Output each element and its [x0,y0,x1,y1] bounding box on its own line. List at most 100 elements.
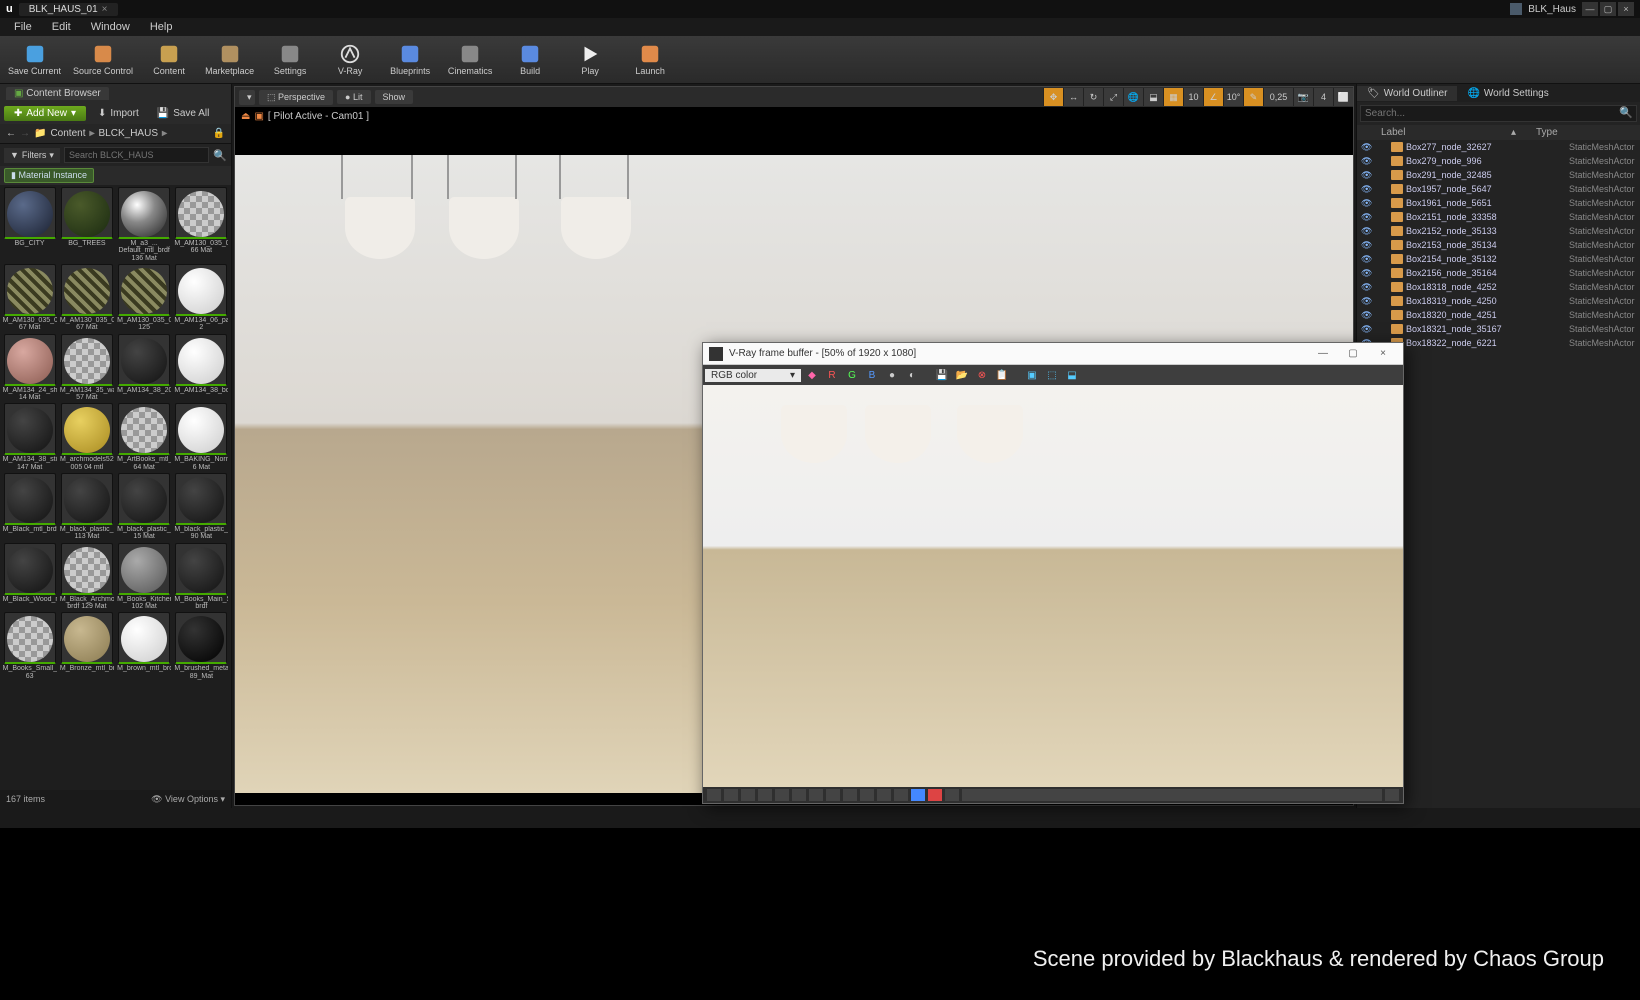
menu-file[interactable]: File [6,20,40,34]
copy-button[interactable]: 📋 [993,367,1011,383]
outliner-row[interactable]: 👁Box18320_node_4251StaticMeshActor [1357,308,1640,322]
red-channel-button[interactable]: R [823,367,841,383]
outliner-row[interactable]: 👁Box2153_node_35134StaticMeshActor [1357,238,1640,252]
stop-pilot-button[interactable]: ▣ [254,111,263,122]
asset-item[interactable]: M_AM134_38_sticker_mtl_brdf 147 Mat [2,403,57,471]
add-new-button[interactable]: ✚ Add New ▾ [4,106,86,121]
outliner-row[interactable]: 👁Box2154_node_35132StaticMeshActor [1357,252,1640,266]
visibility-icon[interactable]: 👁 [1361,324,1371,335]
search-outliner-input[interactable] [1360,105,1637,122]
toolbar-content[interactable]: Content [141,38,197,82]
column-label[interactable]: Label ▴ [1361,127,1536,138]
asset-item[interactable]: M_archmodels52 005 04 mtl [59,403,114,471]
region-render-button[interactable]: ▣ [1023,367,1041,383]
filter-tag-material[interactable]: ▮ Material Instance [4,168,94,183]
view-options-button[interactable]: 👁 View Options ▾ [151,794,225,805]
column-type[interactable]: Type [1536,127,1636,138]
visibility-icon[interactable]: 👁 [1361,198,1371,209]
outliner-row[interactable]: 👁Box277_node_32627StaticMeshActor [1357,140,1640,154]
outliner-row[interactable]: 👁Box2152_node_35133StaticMeshActor [1357,224,1640,238]
rotate-mode-button[interactable]: ↻ [1083,88,1103,106]
asset-item[interactable]: M_black_plastic_mtl_brdf 90 Mat [174,473,229,541]
asset-item[interactable]: M_black_plastic_mtl_brdf 15 Mat [117,473,172,541]
outliner-row[interactable]: 👁Box1957_node_5647StaticMeshActor [1357,182,1640,196]
lit-dropdown[interactable]: ● Lit [337,90,370,104]
show-dropdown[interactable]: Show [375,90,414,104]
nav-back-button[interactable]: ← [6,128,16,139]
load-image-button[interactable]: 📂 [953,367,971,383]
scale-mode-button[interactable]: ⤢ [1103,88,1123,106]
camera-speed-value[interactable]: 4 [1313,88,1333,106]
close-icon[interactable]: × [102,4,108,15]
asset-item[interactable]: M_AM134_38_bottle_glass_white_mtl [174,334,229,402]
surface-snap-button[interactable]: ⬓ [1143,88,1163,106]
menu-help[interactable]: Help [142,20,181,34]
select-mode-button[interactable]: ✥ [1043,88,1063,106]
vfb-close-button[interactable]: × [1369,348,1397,359]
asset-item[interactable]: M_AM130_035_005_mtl_brdf 67 Mat [59,264,114,332]
scale-snap-value[interactable]: 0,25 [1263,88,1293,106]
asset-item[interactable]: M_AM130_035_007_mtl_brdf 125 [117,264,172,332]
toolbar-save-current[interactable]: Save Current [4,38,65,82]
toolbar-blueprints[interactable]: Blueprints [382,38,438,82]
import-button[interactable]: ⬇ Import [92,106,145,121]
visibility-icon[interactable]: 👁 [1361,282,1371,293]
asset-item[interactable]: M_Books_Kitchen_mtl_brdf 102 Mat [117,543,172,611]
visibility-icon[interactable]: 👁 [1361,310,1371,321]
outliner-row[interactable]: 👁Box18319_node_4250StaticMeshActor [1357,294,1640,308]
vfb-render-view[interactable] [703,385,1403,787]
visibility-icon[interactable]: 👁 [1361,212,1371,223]
minimize-button[interactable]: — [1582,2,1598,16]
translate-mode-button[interactable]: ↔ [1063,88,1083,106]
lock-icon[interactable]: 🔒 [213,128,225,139]
breadcrumb-project[interactable]: BLCK_HAUS [99,128,158,139]
visibility-icon[interactable]: 👁 [1361,142,1371,153]
outliner-row[interactable]: 👁Box1961_node_5651StaticMeshActor [1357,196,1640,210]
visibility-icon[interactable]: 👁 [1361,170,1371,181]
outliner-row[interactable]: 👁Box18318_node_4252StaticMeshActor [1357,280,1640,294]
visibility-icon[interactable]: 👁 [1361,226,1371,237]
angle-snap-toggle[interactable]: ∠ [1203,88,1223,106]
asset-item[interactable]: M_brushed_metal_mtl_brdf 89_Mat [174,612,229,680]
asset-item[interactable]: M_brown_mtl_brdf_mtl [117,612,172,680]
toolbar-cinematics[interactable]: Cinematics [442,38,498,82]
asset-item[interactable]: M_Black_Wood_mtl_brdf_14_Mat [2,543,57,611]
visibility-icon[interactable]: 👁 [1361,240,1371,251]
asset-item[interactable]: M_AM134_06_paper_bag_mtl_brdf 2 [174,264,229,332]
vray-frame-buffer-window[interactable]: V-Ray frame buffer - [50% of 1920 x 1080… [702,342,1404,804]
eject-pilot-button[interactable]: ⏏ [241,111,250,122]
viewport-maximize-button[interactable]: ⬜ [1333,88,1353,106]
channel-dropdown[interactable]: RGB color▾ [705,369,801,382]
outliner-row[interactable]: 👁Box18321_node_35167StaticMeshActor [1357,322,1640,336]
perspective-dropdown[interactable]: ⬚ Perspective [259,90,333,105]
asset-item[interactable]: M_AM134_24_shoe_01_mtl_brdf 14 Mat [2,334,57,402]
vfb-status-icon[interactable] [707,789,721,801]
mono-channel-button[interactable]: ● [883,367,901,383]
folder-icon[interactable]: 📁 [34,128,46,139]
asset-item[interactable]: M_ArtBooks_mtl_mtl_brdf 64 Mat [117,403,172,471]
visibility-icon[interactable]: 👁 [1361,296,1371,307]
toolbar-launch[interactable]: Launch [622,38,678,82]
switch-channel-button[interactable]: ◐ [903,367,921,383]
menu-edit[interactable]: Edit [44,20,79,34]
vfb-maximize-button[interactable]: ▢ [1339,348,1367,359]
menu-window[interactable]: Window [83,20,138,34]
asset-item[interactable]: M_AM130_035_003_mtl_brdf 67 Mat [2,264,57,332]
toolbar-settings[interactable]: Settings [262,38,318,82]
asset-item[interactable]: M_a3_... Default_mtl_brdf 136 Mat [117,187,172,262]
vfb-title-bar[interactable]: V-Ray frame buffer - [50% of 1920 x 1080… [703,343,1403,365]
visibility-icon[interactable]: 👁 [1361,254,1371,265]
breadcrumb-content[interactable]: Content [50,128,85,139]
asset-item[interactable]: M_Books_Small_Shelf_mtl_brdf 63 [2,612,57,680]
tab-world-outliner[interactable]: 🏷 World Outliner [1357,86,1457,101]
asset-item[interactable]: M_AM130_035_001_mtl_brdf 66 Mat [174,187,229,262]
toolbar-build[interactable]: Build [502,38,558,82]
tab-content-browser[interactable]: ▣ Content Browser [6,87,109,100]
close-button[interactable]: × [1618,2,1634,16]
camera-speed-icon[interactable]: 📷 [1293,88,1313,106]
asset-item[interactable]: M_BAKING_Normals_mtl_brdf 6 Mat [174,403,229,471]
link-button[interactable]: ⬓ [1063,367,1081,383]
grid-snap-value[interactable]: 10 [1183,88,1203,106]
outliner-row[interactable]: 👁Box2156_node_35164StaticMeshActor [1357,266,1640,280]
asset-item[interactable]: BG_CITY [2,187,57,262]
